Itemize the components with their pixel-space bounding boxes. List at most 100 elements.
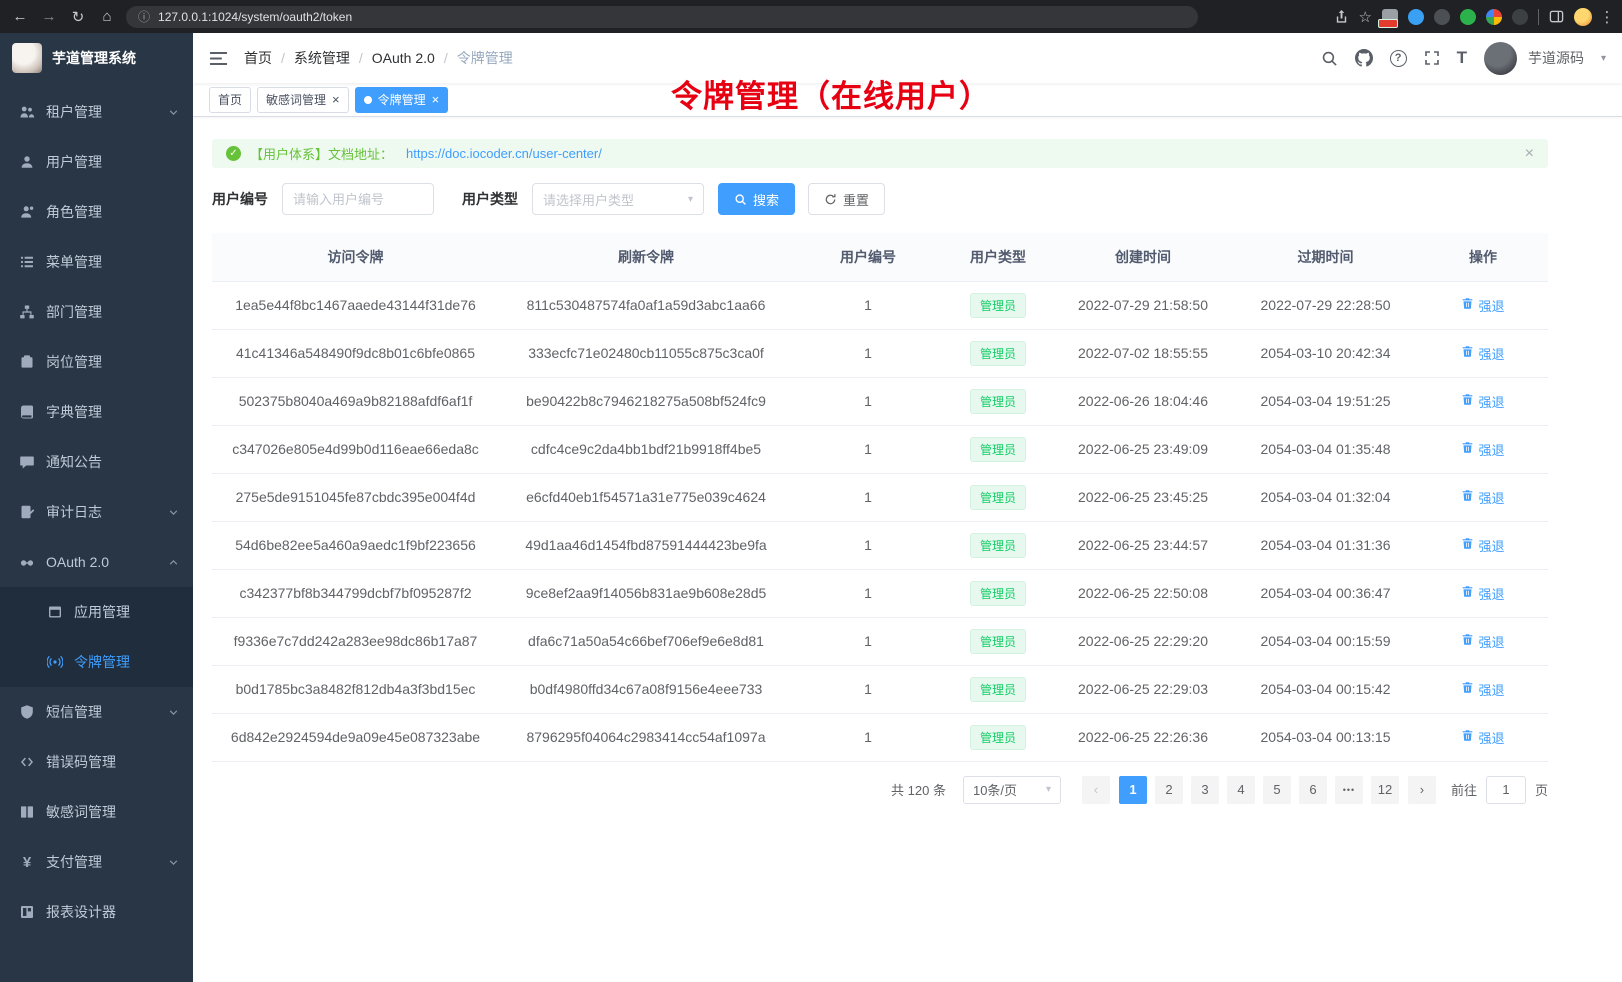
delete-icon	[1461, 489, 1474, 505]
tab-item[interactable]: 令牌管理×	[355, 87, 449, 113]
app-icon	[47, 604, 63, 620]
sidebar-item[interactable]: 部门管理	[0, 287, 193, 337]
chevron-down-icon[interactable]: ▾	[1601, 53, 1606, 64]
app-logo[interactable]: 芋道管理系统	[0, 33, 193, 83]
delete-icon	[1461, 297, 1474, 313]
expire-time-cell: 2054-03-04 01:35:48	[1233, 425, 1418, 473]
next-page-button[interactable]: ›	[1408, 776, 1436, 804]
sidebar-item[interactable]: 用户管理	[0, 137, 193, 187]
force-logout-button[interactable]: 强退	[1461, 488, 1504, 507]
sidebar-item[interactable]: 角色管理	[0, 187, 193, 237]
share-icon[interactable]	[1334, 9, 1349, 24]
page-goto-input[interactable]	[1486, 776, 1526, 804]
back-icon[interactable]: ←	[10, 7, 30, 27]
bookmark-star-icon[interactable]: ☆	[1359, 8, 1372, 26]
force-logout-button[interactable]: 强退	[1461, 728, 1504, 747]
extension-icon-4[interactable]	[1460, 9, 1476, 25]
access-token-cell: b0d1785bc3a8482f812db4a3f3bd15ec	[212, 665, 499, 713]
force-logout-button[interactable]: 强退	[1461, 584, 1504, 603]
force-logout-button[interactable]: 强退	[1461, 536, 1504, 555]
hamburger-menu-icon[interactable]	[209, 49, 228, 68]
user-type-select[interactable]: 请选择用户类型 ▾	[532, 183, 704, 215]
breadcrumb-item[interactable]: 系统管理	[294, 48, 350, 68]
sidebar-item[interactable]: 短信管理	[0, 687, 193, 737]
force-logout-button[interactable]: 强退	[1461, 344, 1504, 363]
extension-icon-5[interactable]	[1512, 9, 1528, 25]
extensions-puzzle-icon[interactable]	[1486, 9, 1502, 25]
page-button[interactable]: 6	[1299, 776, 1327, 804]
page-button[interactable]: 4	[1227, 776, 1255, 804]
user-id-cell: 1	[793, 425, 943, 473]
created-time-cell: 2022-06-25 23:49:09	[1053, 425, 1233, 473]
sidebar-item[interactable]: 错误码管理	[0, 737, 193, 787]
side-panel-icon[interactable]	[1549, 9, 1564, 24]
sidebar-item[interactable]: 报表设计器	[0, 887, 193, 937]
page-size-select[interactable]: 10条/页 ▾	[963, 776, 1061, 804]
breadcrumb-item[interactable]: 首页	[244, 48, 272, 68]
fullscreen-icon[interactable]	[1424, 50, 1440, 66]
extension-icon-1[interactable]	[1382, 9, 1398, 25]
page-button[interactable]: 12	[1371, 776, 1399, 804]
total-count: 共 120 条	[891, 780, 946, 799]
profile-avatar-icon[interactable]	[1574, 8, 1592, 26]
sidebar-item[interactable]: 菜单管理	[0, 237, 193, 287]
column-header: 刷新令牌	[499, 233, 793, 281]
help-icon[interactable]: ?	[1390, 50, 1407, 67]
sidebar-item[interactable]: 岗位管理	[0, 337, 193, 387]
search-icon[interactable]	[1321, 50, 1338, 67]
search-button[interactable]: 搜索	[718, 183, 795, 215]
force-logout-button[interactable]: 强退	[1461, 680, 1504, 699]
sidebar-item[interactable]: OAuth 2.0	[0, 537, 193, 587]
column-header: 过期时间	[1233, 233, 1418, 281]
page-button[interactable]: 5	[1263, 776, 1291, 804]
browser-menu-icon[interactable]: ⋮	[1602, 8, 1612, 26]
prev-page-button[interactable]: ‹	[1082, 776, 1110, 804]
user-id-cell: 1	[793, 713, 943, 761]
chevron-down-icon	[168, 857, 179, 868]
tab-close-icon[interactable]: ×	[332, 93, 340, 106]
more-pages-button[interactable]: •••	[1335, 776, 1363, 804]
page-button[interactable]: 3	[1191, 776, 1219, 804]
home-icon[interactable]: ⌂	[97, 7, 117, 27]
forward-icon[interactable]: →	[39, 7, 59, 27]
github-icon[interactable]	[1355, 49, 1373, 67]
breadcrumb-item[interactable]: OAuth 2.0	[372, 50, 435, 66]
user-avatar[interactable]	[1484, 42, 1517, 75]
doc-link[interactable]: https://doc.iocoder.cn/user-center/	[406, 146, 602, 161]
user-type-badge: 管理员	[970, 725, 1026, 750]
sidebar-item[interactable]: 字典管理	[0, 387, 193, 437]
user-id-cell: 1	[793, 281, 943, 329]
extension-icon-3[interactable]	[1434, 9, 1450, 25]
force-logout-button[interactable]: 强退	[1461, 296, 1504, 315]
sidebar-item[interactable]: 租户管理	[0, 87, 193, 137]
filter-bar: 用户编号 用户类型 请选择用户类型 ▾ 搜索 重置	[212, 183, 1548, 215]
font-size-icon[interactable]: T	[1457, 48, 1467, 68]
user-id-cell: 1	[793, 377, 943, 425]
force-logout-button[interactable]: 强退	[1461, 440, 1504, 459]
notice-icon	[19, 454, 35, 470]
extension-icon-2[interactable]	[1408, 9, 1424, 25]
tab-item[interactable]: 首页	[209, 87, 251, 113]
sidebar-item[interactable]: 敏感词管理	[0, 787, 193, 837]
table-row: f9336e7c7dd242a283ee98dc86b17a87dfa6c71a…	[212, 617, 1548, 665]
force-logout-button[interactable]: 强退	[1461, 632, 1504, 651]
refresh-token-cell: cdfc4ce9c2da4bb1bdf21b9918ff4be5	[499, 425, 793, 473]
sidebar-subitem[interactable]: 应用管理	[0, 587, 193, 637]
page-button[interactable]: 1	[1119, 776, 1147, 804]
tab-item[interactable]: 敏感词管理×	[257, 87, 349, 113]
sidebar-subitem[interactable]: 令牌管理	[0, 637, 193, 687]
site-info-icon[interactable]: ⓘ	[138, 8, 150, 25]
reload-icon[interactable]: ↻	[68, 7, 88, 27]
address-bar[interactable]: ⓘ 127.0.0.1:1024/system/oauth2/token	[126, 6, 1198, 28]
force-logout-button[interactable]: 强退	[1461, 392, 1504, 411]
table-row: b0d1785bc3a8482f812db4a3f3bd15ecb0df4980…	[212, 665, 1548, 713]
user-id-input[interactable]	[282, 183, 434, 215]
sidebar-item[interactable]: 通知公告	[0, 437, 193, 487]
page-button[interactable]: 2	[1155, 776, 1183, 804]
alert-close-icon[interactable]: ×	[1525, 145, 1534, 163]
sidebar-item[interactable]: 审计日志	[0, 487, 193, 537]
sidebar-item[interactable]: ¥支付管理	[0, 837, 193, 887]
tab-close-icon[interactable]: ×	[432, 93, 440, 106]
sidebar-menu: 租户管理用户管理角色管理菜单管理部门管理岗位管理字典管理通知公告审计日志OAut…	[0, 83, 193, 982]
reset-button[interactable]: 重置	[808, 183, 885, 215]
